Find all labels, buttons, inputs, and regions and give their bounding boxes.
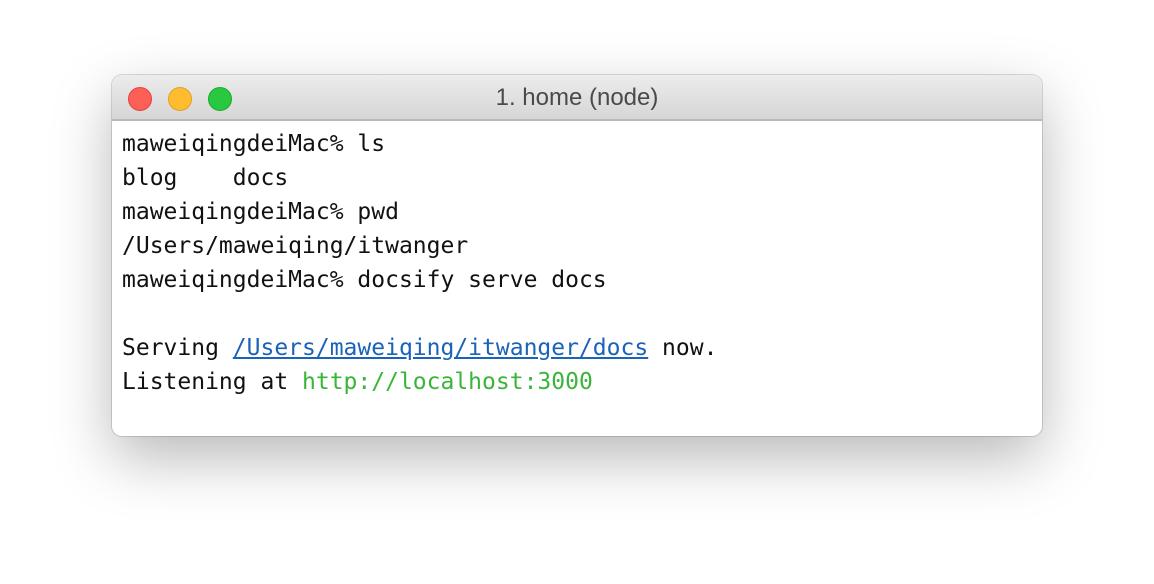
terminal-line: maweiqingdeiMac% docsify serve docs <box>122 267 607 293</box>
title-bar[interactable]: 1. home (node) <box>112 75 1042 121</box>
serving-prefix: Serving <box>122 335 233 361</box>
terminal-output[interactable]: maweiqingdeiMac% ls blog docs maweiqingd… <box>122 127 1032 426</box>
terminal-line: maweiqingdeiMac% ls <box>122 131 386 157</box>
terminal-window: 1. home (node) maweiqingdeiMac% ls blog … <box>112 75 1042 436</box>
serving-suffix: now. <box>648 335 718 361</box>
terminal-line: blog docs <box>122 165 289 191</box>
listening-prefix: Listening at <box>122 369 303 395</box>
listening-line: Listening at http://localhost:3000 <box>122 365 1032 399</box>
serving-line: Serving /Users/maweiqing/itwanger/docs n… <box>122 331 1032 365</box>
terminal-line: maweiqingdeiMac% pwd <box>122 199 399 225</box>
serving-path-link[interactable]: /Users/maweiqing/itwanger/docs <box>233 335 648 361</box>
listening-url-link[interactable]: http://localhost:3000 <box>302 369 593 395</box>
terminal-line-empty <box>122 297 1032 331</box>
window-title: 1. home (node) <box>495 84 659 111</box>
terminal-line: /Users/maweiqing/itwanger <box>122 233 469 259</box>
